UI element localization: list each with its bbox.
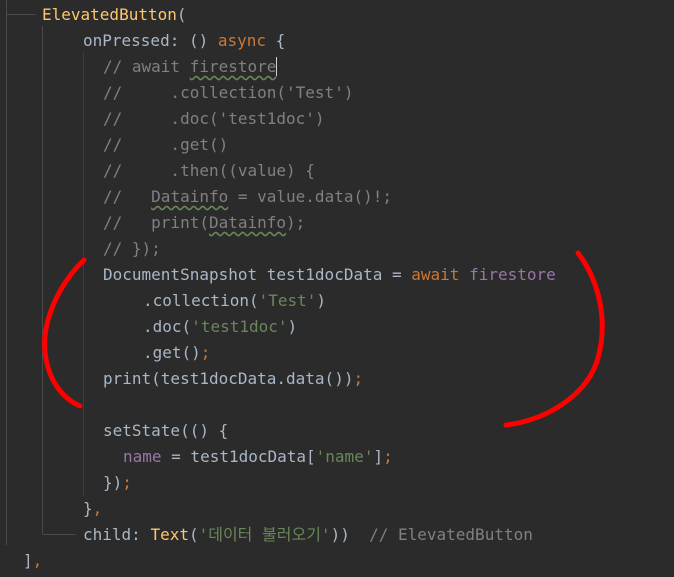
code-line-14: .get(); xyxy=(143,343,211,362)
code-line-19: }); xyxy=(103,473,132,492)
code-editor[interactable]: ElevatedButton( onPressed: () async { //… xyxy=(0,0,674,577)
keyword-token: async xyxy=(217,31,267,50)
code-line-4: // .collection('Test') xyxy=(103,83,354,102)
code-line-11: DocumentSnapshot test1docData = await fi… xyxy=(103,265,556,284)
code-line-7: // .then((value) { xyxy=(103,161,315,180)
code-line-2: onPressed: () async { xyxy=(83,31,286,50)
code-line-1: ElevatedButton( xyxy=(42,5,187,24)
code-line-18: name = test1docData['name']; xyxy=(123,447,393,466)
code-line-3: // await firestore xyxy=(103,57,278,76)
code-line-10: // }); xyxy=(103,239,161,258)
code-line-13: .doc('test1doc') xyxy=(143,317,298,336)
code-line-9: // print(Datainfo); xyxy=(103,213,306,232)
code-line-8: // Datainfo = value.data()!; xyxy=(103,187,392,206)
code-line-5: // .doc('test1doc') xyxy=(103,109,325,128)
left-red-bracket xyxy=(42,257,87,409)
class-token: ElevatedButton xyxy=(42,5,177,24)
code-line-21: child: Text('데이터 불러오기')) // ElevatedButt… xyxy=(83,525,533,544)
code-line-6: // .get() xyxy=(103,135,229,154)
code-line-15: print(test1docData.data()); xyxy=(103,369,364,388)
code-line-12: .collection('Test') xyxy=(143,291,327,310)
code-line-22: ], xyxy=(23,551,43,570)
code-line-17: setState(() { xyxy=(103,421,229,440)
code-line-20: }, xyxy=(83,499,103,518)
text-cursor: firestore xyxy=(189,57,278,76)
